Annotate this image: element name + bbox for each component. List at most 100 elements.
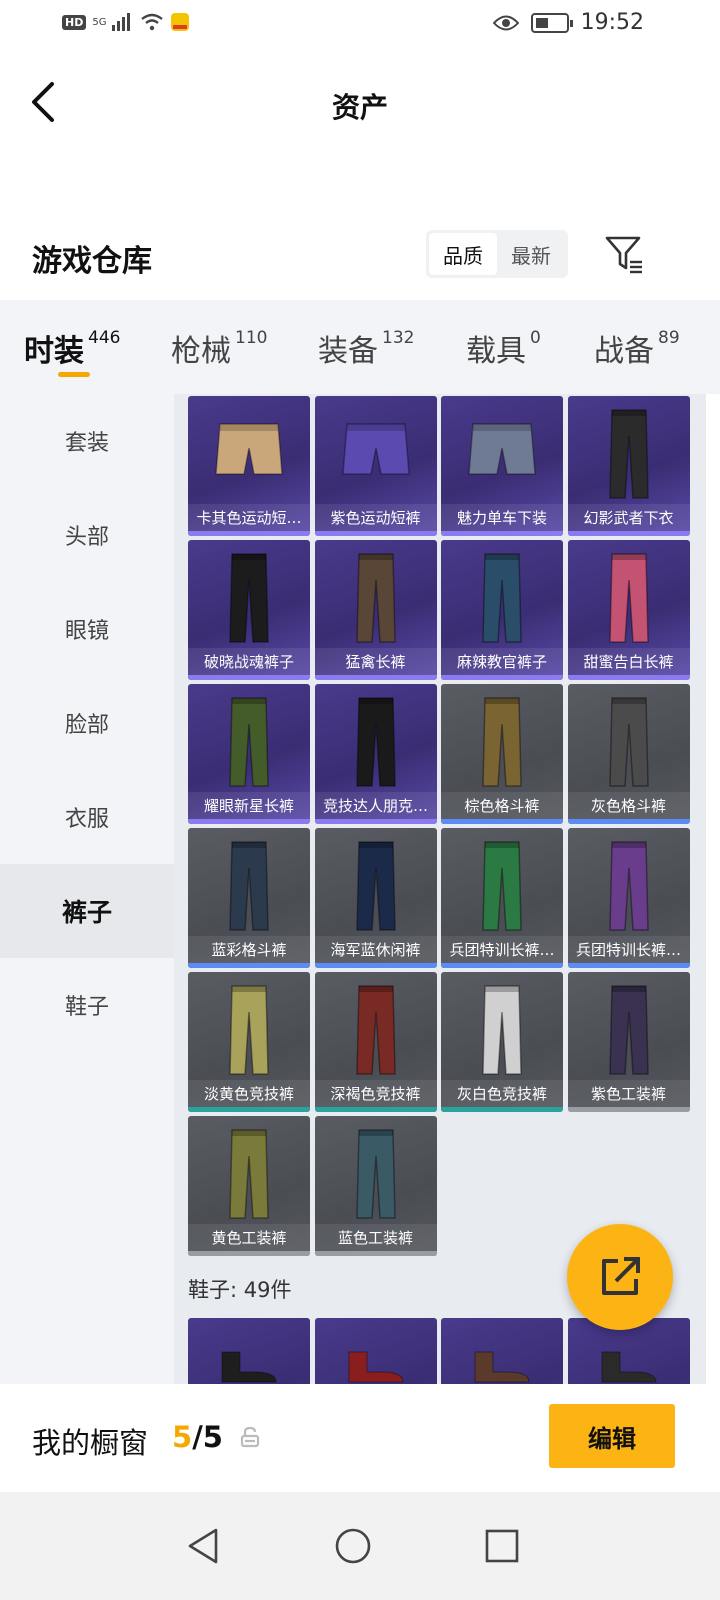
pants-icon <box>355 985 396 1075</box>
shoe-card[interactable] <box>314 1318 437 1384</box>
active-tab-indicator <box>58 372 90 377</box>
sidebar-item-shoes[interactable]: 鞋子 <box>0 958 174 1052</box>
page-header: 资产 <box>0 60 720 148</box>
pants-icon <box>355 697 396 787</box>
item-card[interactable]: 深褐色竞技裤 <box>314 972 437 1112</box>
tab-count: 89 <box>658 328 680 348</box>
quality-bar <box>567 1107 690 1112</box>
sidebar-item-pants[interactable]: 裤子 <box>0 864 174 958</box>
pants-icon <box>608 553 649 643</box>
quality-bar <box>314 675 437 680</box>
pants-icon <box>229 841 269 931</box>
item-name: 蓝彩格斗裤 <box>188 936 310 963</box>
pants-icon <box>229 553 269 643</box>
pants-icon <box>355 841 396 931</box>
shoe-icon <box>474 1351 530 1383</box>
filter-button[interactable] <box>604 234 644 274</box>
showcase-count: 5/5 <box>172 1420 223 1454</box>
shoe-card[interactable] <box>441 1318 563 1384</box>
item-card[interactable]: 黄色工装裤 <box>188 1116 310 1256</box>
tab-label: 战备 <box>594 334 654 369</box>
item-card[interactable]: 灰白色竞技裤 <box>441 972 563 1112</box>
network-label: 5G <box>92 16 107 28</box>
item-card[interactable]: 海军蓝休闲裤 <box>314 828 437 968</box>
nav-home-icon[interactable] <box>333 1526 373 1566</box>
sort-newest-button[interactable]: 最新 <box>497 233 565 275</box>
sort-toggle: 品质 最新 <box>426 230 568 278</box>
pants-icon <box>355 553 396 643</box>
quality-bar <box>441 1107 563 1112</box>
quality-bar <box>567 819 690 824</box>
item-card[interactable]: 破晓战魂裤子 <box>188 540 310 680</box>
quality-bar <box>314 963 437 968</box>
showcase-panel: 我的橱窗 5/5 编辑 <box>0 1384 720 1492</box>
tab-guns[interactable]: 枪械 110 <box>171 326 267 370</box>
item-card[interactable]: 紫色工装裤 <box>567 972 690 1112</box>
item-card[interactable]: 猛禽长裤 <box>314 540 437 680</box>
item-name: 海军蓝休闲裤 <box>314 936 437 963</box>
item-card[interactable]: 甜蜜告白长裤 <box>567 540 690 680</box>
tab-equipment[interactable]: 装备 132 <box>318 326 414 370</box>
sidebar-item-outfit[interactable]: 套装 <box>0 394 174 488</box>
shoe-card[interactable] <box>188 1318 310 1384</box>
quality-bar <box>567 963 690 968</box>
sidebar: 套装 头部 眼镜 脸部 衣服 裤子 鞋子 <box>0 394 174 1384</box>
share-button[interactable] <box>567 1224 673 1330</box>
item-card[interactable]: 竞技达人朋克… <box>314 684 437 824</box>
tab-fashion[interactable]: 时装 446 <box>24 326 120 370</box>
tab-count: 0 <box>530 328 541 348</box>
item-name: 兵团特训长裤… <box>441 936 563 963</box>
tab-count: 132 <box>382 328 415 348</box>
quality-bar <box>188 675 310 680</box>
status-right: 19:52 <box>492 10 644 35</box>
shoe-icon <box>601 1351 657 1383</box>
item-card[interactable]: 幻影武者下衣 <box>567 396 690 536</box>
shoes-section-label: 鞋子: 49件 <box>188 1278 292 1302</box>
sidebar-item-face[interactable]: 脸部 <box>0 676 174 770</box>
item-card[interactable]: 卡其色运动短… <box>188 396 310 536</box>
shorts-icon <box>341 423 410 475</box>
sidebar-item-head[interactable]: 头部 <box>0 488 174 582</box>
item-name: 麻辣教官裤子 <box>441 648 563 675</box>
item-name: 紫色运动短裤 <box>314 504 437 531</box>
nav-back-icon[interactable] <box>184 1526 224 1566</box>
pants-icon <box>608 985 649 1075</box>
showcase-label: 我的橱窗 <box>32 1426 149 1460</box>
item-card[interactable]: 淡黄色竞技裤 <box>188 972 310 1112</box>
item-card[interactable]: 兵团特训长裤… <box>441 828 563 968</box>
quality-bar <box>567 675 690 680</box>
item-card[interactable]: 灰色格斗裤 <box>567 684 690 824</box>
tab-count: 446 <box>88 328 121 348</box>
category-tabs: 时装 446 枪械 110 装备 132 载具 0 战备 89 <box>0 300 720 394</box>
item-card[interactable]: 兵团特训长裤… <box>567 828 690 968</box>
pants-icon <box>608 409 649 499</box>
tab-count: 110 <box>235 328 268 348</box>
shoe-icon <box>348 1351 404 1383</box>
item-name: 甜蜜告白长裤 <box>567 648 690 675</box>
quality-bar <box>188 1107 310 1112</box>
edit-button[interactable]: 编辑 <box>549 1404 675 1468</box>
item-card[interactable]: 耀眼新星长裤 <box>188 684 310 824</box>
sidebar-item-glasses[interactable]: 眼镜 <box>0 582 174 676</box>
sidebar-item-clothes[interactable]: 衣服 <box>0 770 174 864</box>
item-card[interactable]: 蓝彩格斗裤 <box>188 828 310 968</box>
item-name: 兵团特训长裤… <box>567 936 690 963</box>
quality-bar <box>188 1251 310 1256</box>
warehouse-title: 游戏仓库 <box>32 244 152 279</box>
item-name: 棕色格斗裤 <box>441 792 563 819</box>
tab-supplies[interactable]: 战备 89 <box>594 326 680 370</box>
item-card[interactable]: 蓝色工装裤 <box>314 1116 437 1256</box>
nav-recents-icon[interactable] <box>482 1526 522 1566</box>
eye-icon <box>492 15 519 30</box>
item-card[interactable]: 魅力单车下装 <box>441 396 563 536</box>
item-card[interactable]: 棕色格斗裤 <box>441 684 563 824</box>
item-card[interactable]: 麻辣教官裤子 <box>441 540 563 680</box>
pants-icon <box>355 1129 396 1219</box>
item-name: 紫色工装裤 <box>567 1080 690 1107</box>
tab-label: 时装 <box>24 334 84 369</box>
item-name: 深褐色竞技裤 <box>314 1080 437 1107</box>
sort-quality-button[interactable]: 品质 <box>429 233 497 275</box>
tab-vehicles[interactable]: 载具 0 <box>466 326 541 370</box>
item-card[interactable]: 紫色运动短裤 <box>314 396 437 536</box>
shorts-icon <box>215 423 283 475</box>
